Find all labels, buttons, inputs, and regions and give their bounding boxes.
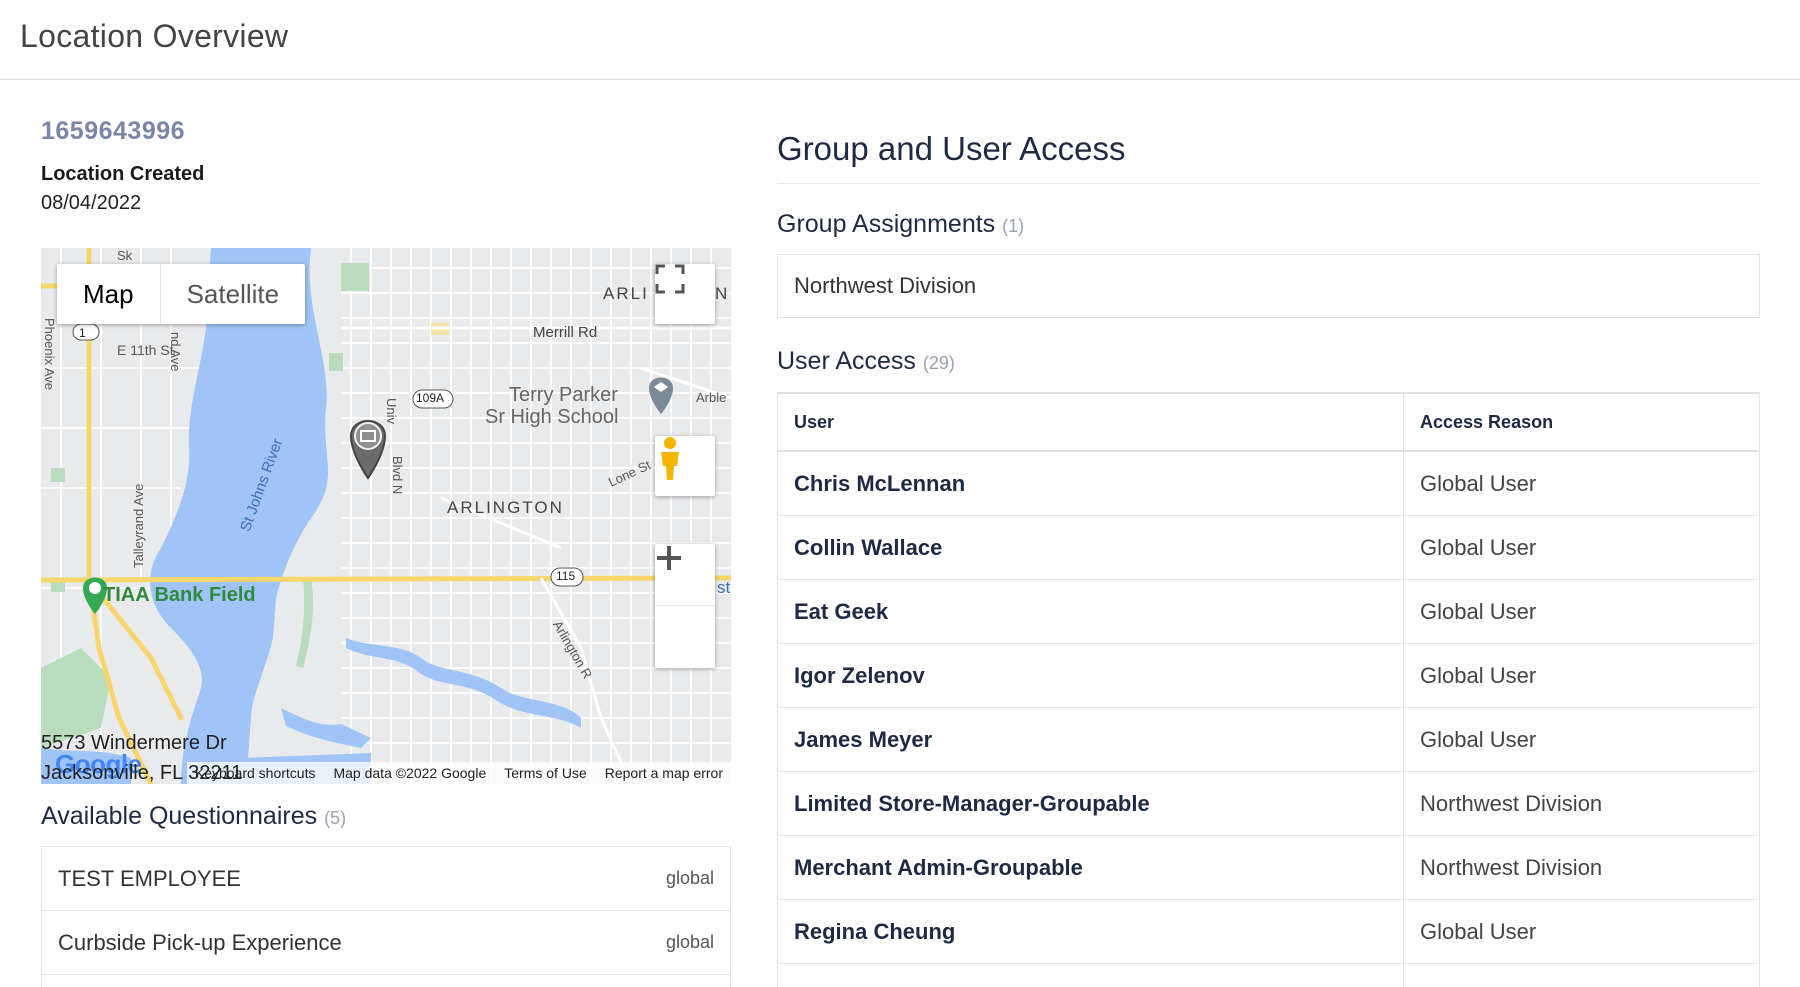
map-label: Phoenix Ave bbox=[42, 318, 57, 391]
table-row[interactable]: Collin Wallace Global User bbox=[778, 516, 1759, 580]
map-label: E 11th St bbox=[117, 342, 174, 358]
table-header-row: User Access Reason bbox=[778, 394, 1759, 452]
map-label: nd Ave bbox=[168, 332, 183, 372]
user-name: Merchant Admin-Groupable bbox=[778, 836, 1404, 899]
map-label: Arble bbox=[696, 390, 727, 405]
access-divider bbox=[777, 183, 1760, 184]
user-access-table: User Access Reason Chris McLennan Global… bbox=[777, 392, 1760, 987]
table-row[interactable]: Merchant Admin-Groupable Northwest Divis… bbox=[778, 836, 1759, 900]
table-cell bbox=[778, 964, 1404, 987]
page-title: Location Overview bbox=[20, 18, 289, 54]
questionnaire-scope: global bbox=[665, 868, 714, 888]
map-type-toggle[interactable]: Map Satellite bbox=[57, 264, 306, 324]
report-map-error-link[interactable]: Report a map error bbox=[605, 765, 723, 781]
table-row[interactable]: Limited Store-Manager-Groupable Northwes… bbox=[778, 772, 1759, 836]
map-label: Univ bbox=[384, 398, 399, 425]
map-type-satellite-button[interactable]: Satellite bbox=[161, 264, 306, 324]
map-label: Sk bbox=[117, 248, 133, 263]
location-created-date: 08/04/2022 bbox=[41, 192, 142, 214]
zoom-controls bbox=[655, 544, 715, 668]
map-label: TIAA Bank Field bbox=[103, 584, 256, 606]
terms-of-use-link[interactable]: Terms of Use bbox=[504, 765, 586, 781]
user-name: Limited Store-Manager-Groupable bbox=[778, 772, 1404, 835]
address-line2: Jacksonville, FL 32211 bbox=[41, 762, 243, 784]
group-assignments-count: (1) bbox=[1002, 216, 1025, 236]
map-type-map-button[interactable]: Map bbox=[57, 264, 161, 324]
questionnaire-scope: global bbox=[665, 932, 714, 952]
access-reason: Global User bbox=[1420, 662, 1537, 688]
user-name: James Meyer bbox=[778, 708, 1404, 771]
page-header: Location Overview bbox=[0, 0, 1800, 80]
access-reason: Global User bbox=[1420, 598, 1537, 624]
user-access-heading: User Access (29) bbox=[777, 347, 955, 376]
column-header-user[interactable]: User bbox=[778, 394, 1404, 450]
map-label: Terry Parker bbox=[509, 384, 618, 406]
access-reason: Northwest Division bbox=[1420, 854, 1603, 880]
user-name: Regina Cheung bbox=[778, 900, 1404, 963]
map-label: ARLINGTON bbox=[447, 498, 564, 517]
map-label: Sr High School bbox=[485, 406, 619, 428]
group-assignments-heading: Group Assignments (1) bbox=[777, 210, 1024, 239]
user-name: Eat Geek bbox=[778, 580, 1404, 643]
map-label: 115 bbox=[556, 569, 576, 583]
table-row[interactable]: Igor Zelenov Global User bbox=[778, 644, 1759, 708]
zoom-out-button[interactable] bbox=[655, 556, 715, 668]
user-access-title: User Access bbox=[777, 347, 916, 375]
table-row[interactable]: Chris McLennan Global User bbox=[778, 452, 1759, 516]
map-label: Talleyrand Ave bbox=[131, 483, 146, 568]
questionnaires-title: Available Questionnaires bbox=[41, 802, 318, 830]
user-name: Chris McLennan bbox=[778, 452, 1404, 515]
questionnaire-name: Curbside Pick-up Experience bbox=[58, 929, 342, 955]
user-name: Collin Wallace bbox=[778, 516, 1404, 579]
street-view-pegman-button[interactable] bbox=[655, 436, 715, 496]
map-label: 1 bbox=[79, 326, 86, 340]
questionnaires-count: (5) bbox=[324, 808, 347, 828]
user-name: Igor Zelenov bbox=[778, 644, 1404, 707]
table-row[interactable] bbox=[778, 964, 1759, 987]
questionnaire-name: TEST EMPLOYEE bbox=[58, 865, 241, 891]
table-row[interactable]: Regina Cheung Global User bbox=[778, 900, 1759, 964]
map-label: ARLI bbox=[603, 284, 649, 303]
minus-icon bbox=[657, 556, 681, 560]
map-label: N bbox=[715, 284, 728, 303]
access-title: Group and User Access bbox=[777, 130, 1126, 167]
map-label: st bbox=[717, 578, 731, 597]
table-cell bbox=[1404, 964, 1759, 987]
table-row[interactable]: Eat Geek Global User bbox=[778, 580, 1759, 644]
location-map[interactable]: E 11th St Phoenix Ave 1 109A 115 nd Ave … bbox=[41, 248, 731, 784]
access-reason: Global User bbox=[1420, 470, 1537, 496]
address-line1: 5573 Windermere Dr bbox=[41, 732, 227, 754]
fullscreen-button[interactable] bbox=[655, 264, 715, 324]
questionnaires-heading: Available Questionnaires (5) bbox=[41, 802, 346, 831]
column-header-access-reason[interactable]: Access Reason bbox=[1404, 394, 1759, 450]
group-assignment-item[interactable]: Northwest Division bbox=[777, 254, 1760, 318]
map-footer: Keyboard shortcuts Map data ©2022 Google… bbox=[186, 762, 731, 784]
questionnaire-item[interactable]: Curbside Pick-up Experience global bbox=[42, 911, 730, 975]
access-reason: Global User bbox=[1420, 726, 1537, 752]
map-label: Merrill Rd bbox=[533, 324, 598, 341]
table-row[interactable]: James Meyer Global User bbox=[778, 708, 1759, 772]
questionnaire-item[interactable] bbox=[42, 975, 730, 987]
group-assignments-title: Group Assignments bbox=[777, 210, 996, 238]
location-id: 1659643996 bbox=[41, 117, 186, 145]
questionnaires-list: TEST EMPLOYEE global Curbside Pick-up Ex… bbox=[41, 846, 731, 987]
access-reason: Global User bbox=[1420, 534, 1537, 560]
fullscreen-icon bbox=[655, 264, 685, 294]
access-reason: Global User bbox=[1420, 918, 1537, 944]
pegman-icon bbox=[661, 437, 679, 480]
user-access-count: (29) bbox=[922, 353, 955, 373]
location-address: 5573 Windermere Dr Jacksonville, FL 3221… bbox=[41, 728, 242, 788]
map-data-attribution: Map data ©2022 Google bbox=[333, 765, 487, 781]
location-created-label: Location Created bbox=[41, 163, 205, 185]
access-reason: Northwest Division bbox=[1420, 790, 1603, 816]
questionnaire-item[interactable]: TEST EMPLOYEE global bbox=[42, 847, 730, 911]
map-label: Blvd N bbox=[390, 456, 405, 495]
map-label: 109A bbox=[416, 391, 445, 405]
